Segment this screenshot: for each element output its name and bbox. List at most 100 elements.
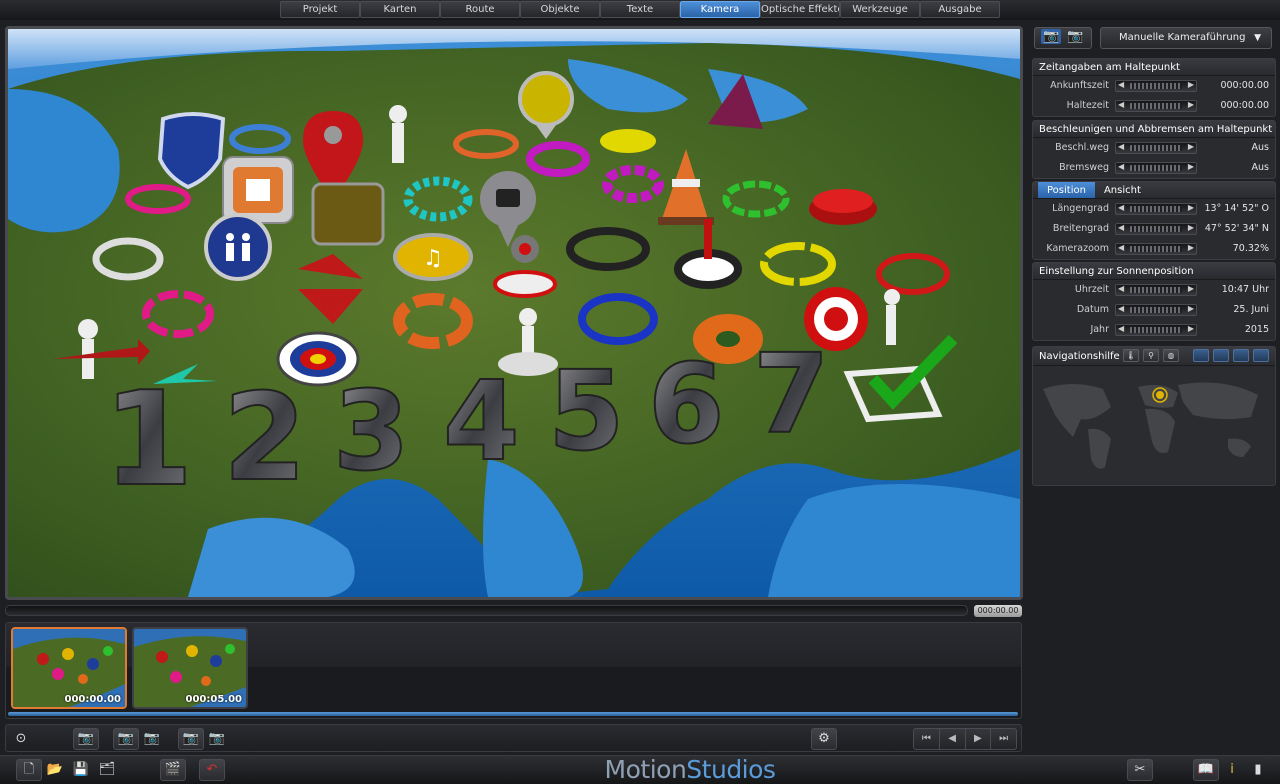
manual-button[interactable]: 📖 [1193,759,1219,781]
shadow-toggle-button[interactable]: ⚲ [1143,349,1159,362]
add-camera-button[interactable]: 📷 [73,728,99,750]
map-layer-1-button[interactable] [1193,349,1209,362]
bottom-bar: 🗋 📂 💾 🗂 🎬 ↶ MotionStudios ✂ 📖 i ▮ [0,755,1280,784]
tab-ansicht[interactable]: Ansicht [1095,182,1150,198]
field-label: Jahr [1090,324,1109,335]
timeline-scrubber[interactable] [5,605,968,616]
longitude-slider[interactable]: ◀ ▶ [1115,203,1197,215]
number-5: 5 [548,347,625,475]
tools-button[interactable]: ✂ [1127,759,1153,781]
open-project-button[interactable]: 📂 [42,759,68,781]
arrow-left-icon[interactable]: ◀ [1118,223,1124,232]
accel-distance-slider[interactable]: ◀ ▶ [1115,142,1197,154]
arrow-left-icon[interactable]: ◀ [1118,203,1124,212]
latitude-slider[interactable]: ◀ ▶ [1115,223,1197,235]
save-as-button[interactable]: 🗂 [94,759,120,781]
number-4: 4 [443,357,520,485]
field-label: Ankunftszeit [1050,80,1109,91]
undo-icon: ↶ [206,762,218,777]
camera-back-button[interactable]: 📷 [113,728,139,750]
map-3d-viewport[interactable]: ♫ 1 2 3 4 5 6 7 [5,26,1023,600]
crosshair-button[interactable]: ⊙ [8,728,34,750]
tab-werkzeuge[interactable]: Werkzeuge [840,1,920,18]
field-value: Aus [1251,142,1269,153]
arrow-right-icon[interactable]: ▶ [1188,203,1194,212]
arrow-right-icon[interactable]: ▶ [1188,100,1194,109]
arrow-left-icon[interactable]: ◀ [1118,284,1124,293]
render-video-button[interactable]: 🎬 [160,759,186,781]
arrow-right-icon[interactable]: ▶ [1188,243,1194,252]
year-slider[interactable]: ◀ ▶ [1115,324,1197,336]
globe-toggle-button[interactable]: ◍ [1163,349,1179,362]
camera-settings-button[interactable]: ⚙ [811,728,837,750]
new-project-button[interactable]: 🗋 [16,759,42,781]
number-3: 3 [333,367,410,495]
time-slider[interactable]: ◀ ▶ [1115,284,1197,296]
keyframe-thumbnail[interactable]: 000:00.00 [11,627,127,709]
tab-optische-effekte[interactable]: Optische Effekte [760,1,840,18]
arrival-time-slider[interactable]: ◀ ▶ [1115,80,1197,92]
next-keyframe-button[interactable]: ▶ [966,729,992,749]
camera-insert-button[interactable]: 📷 [178,728,204,750]
arrow-left-icon[interactable]: ◀ [1118,100,1124,109]
arrow-left-icon[interactable]: ◀ [1118,142,1124,151]
arrow-right-icon[interactable]: ▶ [1188,80,1194,89]
tab-route[interactable]: Route [440,1,520,18]
exit-button[interactable]: ▮ [1245,759,1271,781]
arrow-left-icon[interactable]: ◀ [1118,162,1124,171]
world-map [1033,367,1275,483]
tab-kamera[interactable]: Kamera [680,1,760,18]
tab-ausgabe[interactable]: Ausgabe [920,1,1000,18]
field-value: 10:47 Uhr [1221,284,1269,295]
field-label: Breitengrad [1052,223,1109,234]
step-back-icon: ◀ [948,733,956,744]
field-value: 13° 14' 52" O [1204,203,1269,214]
camera-copy-button[interactable]: 📷 [204,728,230,750]
camera-remove-button[interactable]: 📷 [139,728,165,750]
arrow-left-icon[interactable]: ◀ [1118,324,1124,333]
brake-distance-slider[interactable]: ◀ ▶ [1115,162,1197,174]
undo-button[interactable]: ↶ [199,759,225,781]
arrow-right-icon[interactable]: ▶ [1188,142,1194,151]
arrow-right-icon[interactable]: ▶ [1188,304,1194,313]
save-project-button[interactable]: 💾 [68,759,94,781]
accel-distance-row: Beschl.weg ◀ ▶ Aus [1033,138,1275,158]
camera-zoom-slider[interactable]: ◀ ▶ [1115,243,1197,255]
prev-keyframe-button[interactable]: ◀ [940,729,966,749]
acceleration-section: Beschleunigen und Abbremsen am Haltepunk… [1032,120,1276,179]
arrow-right-icon[interactable]: ▶ [1188,223,1194,232]
arrow-left-icon[interactable]: ◀ [1118,80,1124,89]
skip-start-icon: ⏮ [921,733,931,744]
arrow-right-icon[interactable]: ▶ [1188,284,1194,293]
field-value: 000:00.00 [1220,80,1269,91]
keyframe-thumbnail[interactable]: 000:05.00 [132,627,248,709]
hold-time-slider[interactable]: ◀ ▶ [1115,100,1197,112]
first-keyframe-button[interactable]: ⏮ [914,729,940,749]
camera-zoom-row: Kamerazoom ◀ ▶ 70.32% [1033,239,1275,259]
map-layer-3-button[interactable] [1233,349,1249,362]
info-button[interactable]: i [1219,759,1245,781]
thumbnail-time: 000:00.00 [64,694,121,705]
time-row: Uhrzeit ◀ ▶ 10:47 Uhr [1033,280,1275,300]
arrow-right-icon[interactable]: ▶ [1188,162,1194,171]
camera-mode-toggle[interactable]: 📷 📷 [1034,27,1092,49]
sun-toggle-button[interactable]: 🌡 [1123,349,1139,362]
tab-projekt[interactable]: Projekt [280,1,360,18]
world-overview-map[interactable] [1033,367,1275,483]
arrow-left-icon[interactable]: ◀ [1118,304,1124,313]
tab-karten[interactable]: Karten [360,1,440,18]
map-layer-4-button[interactable] [1253,349,1269,362]
map-layer-2-button[interactable] [1213,349,1229,362]
last-keyframe-button[interactable]: ⏭ [991,729,1016,749]
tab-texte[interactable]: Texte [600,1,680,18]
tab-objekte[interactable]: Objekte [520,1,600,18]
field-label: Uhrzeit [1074,284,1109,295]
arrow-right-icon[interactable]: ▶ [1188,324,1194,333]
date-slider[interactable]: ◀ ▶ [1115,304,1197,316]
position-tabs: Position Ansicht [1033,182,1275,199]
camera-mode-select[interactable]: Manuelle Kameraführung ▼ [1100,27,1272,49]
arrow-left-icon[interactable]: ◀ [1118,243,1124,252]
chevron-down-icon: ▼ [1254,33,1261,43]
camera-plus-icon: 📷 [182,731,200,746]
tab-position[interactable]: Position [1038,182,1095,198]
